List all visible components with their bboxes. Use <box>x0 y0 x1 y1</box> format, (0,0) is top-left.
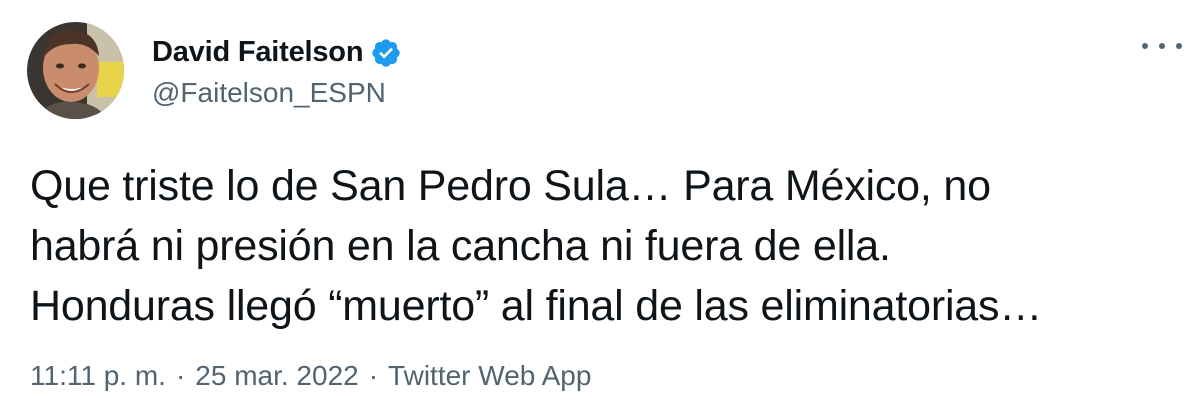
tweet-text-line: Honduras llegó “muerto” al final de las … <box>30 282 1043 330</box>
name-row: David Faitelson <box>152 33 402 73</box>
tweet-text-line: Que triste lo de San Pedro Sula… Para Mé… <box>30 162 991 210</box>
meta-separator: · <box>175 360 186 391</box>
more-options-icon[interactable] <box>1142 36 1182 56</box>
tweet-date[interactable]: 25 mar. 2022 <box>195 360 358 392</box>
display-name[interactable]: David Faitelson <box>152 36 364 69</box>
author-names: David Faitelson @Faitelson_ESPN <box>152 33 402 109</box>
more-dot <box>1176 43 1182 49</box>
more-dot <box>1159 43 1165 49</box>
meta-separator: · <box>368 360 379 391</box>
tweet-card: David Faitelson @Faitelson_ESPN Que tris… <box>0 0 1200 406</box>
tweet-meta: 11:11 p. m. · 25 mar. 2022 · Twitter Web… <box>30 360 591 392</box>
tweet-text-line: habrá ni presión en la cancha ni fuera d… <box>30 222 891 270</box>
verified-badge-icon <box>370 37 402 69</box>
avatar[interactable] <box>27 22 124 119</box>
tweet-text: Que triste lo de San Pedro Sula… Para Mé… <box>30 156 1180 336</box>
tweet-source[interactable]: Twitter Web App <box>388 360 591 392</box>
author-handle[interactable]: @Faitelson_ESPN <box>152 77 402 109</box>
more-dot <box>1142 43 1148 49</box>
tweet-header: David Faitelson @Faitelson_ESPN <box>27 22 402 119</box>
tweet-time[interactable]: 11:11 p. m. <box>30 360 166 392</box>
avatar-image <box>27 22 124 119</box>
